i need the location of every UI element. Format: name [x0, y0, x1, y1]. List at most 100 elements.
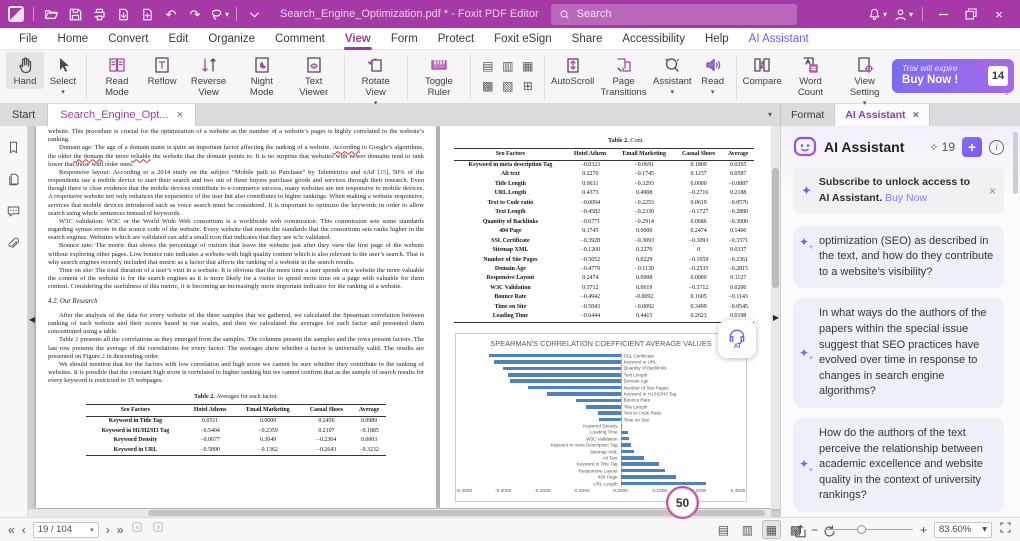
info-icon[interactable]: i — [989, 139, 1004, 155]
buy-now-link[interactable]: Buy Now — [885, 192, 927, 204]
suggested-question-card[interactable]: ✦ + In what ways do the authors of the pa… — [793, 298, 1004, 408]
open-file-button[interactable] — [39, 3, 63, 25]
tab-document[interactable]: Search_Engine_Opt... × — [48, 104, 196, 126]
close-button[interactable]: × — [986, 3, 1012, 25]
hand-tool-button[interactable]: Hand — [6, 52, 44, 89]
collapse-panel-arrow[interactable]: ▶ — [773, 314, 779, 322]
single-page-view-icon[interactable]: ▤ — [479, 57, 496, 74]
export-chat-icon[interactable] — [793, 524, 808, 539]
notifications-button[interactable]: ▾ — [865, 3, 889, 25]
table-cell: −0.0094 — [580, 199, 601, 206]
divider — [735, 55, 737, 100]
reverse-order-icon[interactable]: ▧ — [499, 77, 516, 94]
restore-button[interactable] — [958, 3, 984, 25]
menu-item-accessibility[interactable]: Accessibility — [613, 28, 694, 50]
split-view-icon[interactable]: ⊞ — [519, 77, 536, 94]
view-setting-button[interactable]: View Setting ▾ — [837, 52, 892, 108]
first-page-button[interactable]: « — [8, 524, 15, 536]
continuous-view-icon[interactable]: ▥ — [499, 57, 516, 74]
menu-item-foxit-esign[interactable]: Foxit eSign — [485, 28, 561, 50]
redo-button[interactable]: ↷ — [183, 3, 207, 25]
table-cell: −0.3093 — [688, 237, 709, 244]
night-mode-button[interactable]: Night Mode — [236, 52, 288, 100]
minimize-button[interactable] — [930, 3, 956, 25]
account-button[interactable]: ▾ — [891, 3, 915, 25]
single-page-layout-button[interactable]: ▤ — [715, 521, 732, 538]
suggested-question-card[interactable]: ✦ + optimization (SEO) as described in th… — [793, 225, 1004, 289]
bookmarks-panel-icon[interactable] — [6, 140, 21, 155]
global-search-input[interactable]: Search — [550, 3, 797, 25]
panel-tab-strip: Format AI Assistant × — [780, 104, 1020, 126]
word-count-button[interactable]: Word Count — [784, 52, 837, 100]
collapse-toolbar-icon[interactable]: ⌃ — [1003, 92, 1010, 101]
menu-item-comment[interactable]: Comment — [266, 28, 334, 50]
trial-buy-now-banner[interactable]: Trial will expire Buy Now ! 14 — [892, 59, 1015, 93]
panel-scrollbar[interactable] — [1013, 130, 1018, 509]
previous-page-button[interactable]: ‹ — [22, 524, 26, 536]
menu-item-help[interactable]: Help — [696, 28, 738, 50]
slider-knob[interactable] — [856, 525, 866, 534]
dismiss-banner-icon[interactable]: × — [989, 184, 996, 198]
export-button[interactable] — [111, 3, 135, 25]
menu-item-view[interactable]: View — [336, 28, 380, 50]
table-row: Keyword in H1/H2/H3 Tag −0.5404 −0.2359 0.2… — [86, 427, 386, 436]
menu-item-share[interactable]: Share — [563, 28, 612, 50]
menu-item-home[interactable]: Home — [49, 28, 98, 50]
menu-item-organize[interactable]: Organize — [199, 28, 264, 50]
menu-item-edit[interactable]: Edit — [160, 28, 198, 50]
zoom-slider[interactable] — [824, 524, 913, 536]
undo-button[interactable]: ↶ — [159, 3, 183, 25]
document-horizontal-scrollbar[interactable] — [28, 509, 771, 517]
create-page-button[interactable] — [135, 3, 159, 25]
close-panel-tab-icon[interactable]: × — [913, 109, 919, 121]
menu-item-form[interactable]: Form — [382, 28, 427, 50]
menu-item-convert[interactable]: Convert — [99, 28, 157, 50]
save-button[interactable] — [63, 3, 87, 25]
text-viewer-button[interactable]: Text Viewer — [288, 52, 340, 100]
attachments-panel-icon[interactable] — [6, 236, 21, 251]
reverse-view-button[interactable]: Reverse View — [181, 52, 236, 100]
facing-view-icon[interactable]: ▦ — [519, 57, 536, 74]
collapse-sidebar-arrow[interactable]: ◀ — [29, 316, 35, 324]
tab-list-chevron-icon[interactable]: ▾ — [768, 110, 772, 119]
read-mode-button[interactable]: Read Mode — [91, 52, 143, 100]
tab-format[interactable]: Format — [781, 104, 836, 126]
last-page-button[interactable]: » — [117, 524, 124, 536]
menu-item-protect[interactable]: Protect — [429, 28, 483, 50]
facing-layout-button[interactable]: ▦ — [761, 520, 781, 539]
pages-panel-icon[interactable] — [6, 172, 21, 187]
next-view-button[interactable] — [151, 520, 165, 539]
print-button[interactable] — [87, 3, 111, 25]
menu-item-ai-assistant[interactable]: AI Assistant — [740, 28, 818, 50]
new-chat-button[interactable]: + — [962, 137, 982, 157]
reflow-button[interactable]: Reflow — [143, 52, 181, 89]
tab-start[interactable]: Start — [0, 104, 49, 126]
customize-toolbar-button[interactable] — [242, 3, 266, 25]
next-page-button[interactable]: › — [106, 524, 110, 536]
read-aloud-button[interactable]: Read ▾ — [694, 52, 732, 97]
scrollbar-thumb[interactable] — [1013, 132, 1018, 194]
lasso-tool-button[interactable]: ▾ — [207, 3, 231, 25]
continuous-facing-view-icon[interactable]: ▩ — [479, 77, 496, 94]
chart-bar — [620, 481, 707, 486]
reading-progress-badge[interactable]: 50 — [666, 486, 699, 519]
scrollbar-thumb[interactable] — [772, 168, 779, 288]
menu-item-file[interactable]: File — [10, 28, 47, 50]
compare-button[interactable]: Compare — [741, 52, 784, 89]
close-tab-icon[interactable]: × — [176, 109, 182, 121]
rotate-view-button[interactable]: Rotate View ▾ — [349, 52, 403, 108]
comments-panel-icon[interactable] — [6, 204, 21, 219]
autoscroll-button[interactable]: AutoScroll — [549, 52, 596, 89]
page-transitions-button[interactable]: Page Transitions — [596, 52, 651, 100]
page-number-field[interactable]: 19 / 104 ▾ — [32, 521, 99, 538]
document-view[interactable]: website. This procedure is crucial for t… — [28, 126, 780, 517]
previous-view-button[interactable] — [130, 520, 144, 539]
ai-chat-fab[interactable]: AI — [718, 320, 756, 358]
toggle-ruler-button[interactable]: Toggle Ruler — [412, 52, 467, 100]
suggested-question-card[interactable]: ✦ + How do the authors of the text percei… — [793, 417, 1004, 513]
select-tool-button[interactable]: Select ▾ — [44, 52, 82, 97]
table-cell: Text to Code ratio — [487, 199, 534, 206]
assistant-button[interactable]: Assistant ▾ — [651, 52, 694, 97]
text-segment: Table — [59, 336, 76, 344]
continuous-layout-button[interactable]: ▥ — [739, 521, 756, 538]
